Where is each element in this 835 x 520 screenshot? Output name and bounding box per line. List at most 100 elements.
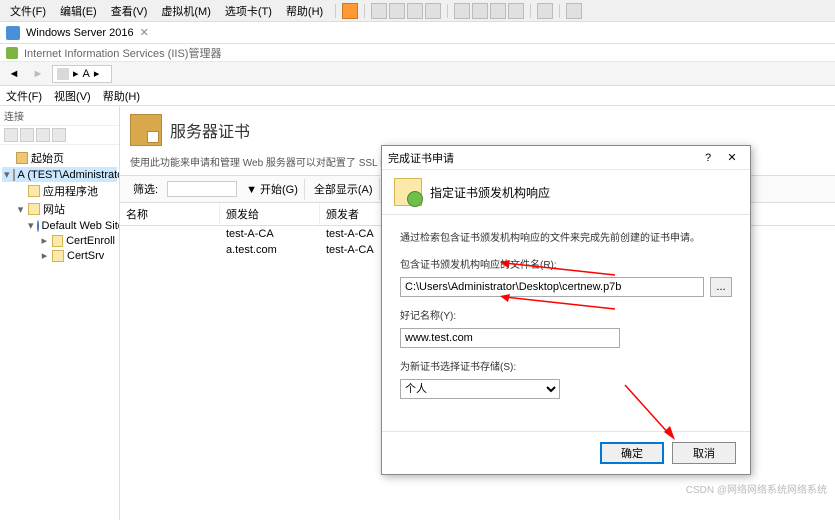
- watermark: CSDN @网络网络系统网络系统: [686, 481, 827, 496]
- menu-edit[interactable]: 编辑(E): [54, 1, 103, 21]
- cert-store-select[interactable]: 个人: [400, 379, 560, 399]
- tree-label: A (TEST\Administrator): [18, 169, 119, 181]
- cancel-button[interactable]: 取消: [672, 442, 736, 464]
- globe-icon: [37, 220, 39, 232]
- nav-toolbar: ◄ ► ▸ A ▸: [0, 62, 835, 86]
- sidebar-tb-3[interactable]: [36, 128, 50, 142]
- tree-node[interactable]: ▾ A (TEST\Administrator): [2, 167, 117, 182]
- addr-part-3: ▸: [94, 67, 100, 80]
- tree-node[interactable]: 起始页: [2, 149, 117, 167]
- sidebar-tb-4[interactable]: [52, 128, 66, 142]
- iis-title-bar: Internet Information Services (IIS)管理器: [0, 44, 835, 62]
- menu-tabs[interactable]: 选项卡(T): [219, 1, 278, 21]
- srv-icon: [13, 169, 15, 181]
- forward-button[interactable]: ►: [28, 65, 48, 83]
- pause-icon[interactable]: [342, 3, 358, 19]
- menu-help[interactable]: 帮助(H): [280, 1, 329, 21]
- iis-menu-bar: 文件(F) 视图(V) 帮助(H): [0, 86, 835, 106]
- connections-tree[interactable]: 起始页 ▾ A (TEST\Administrator) 应用程序池 ▾ 网站 ▾ Defau…: [0, 145, 119, 520]
- tree-node[interactable]: ▸ CertSrv: [2, 248, 117, 263]
- expand-icon[interactable]: ▾: [28, 219, 34, 232]
- windows-icon: [6, 26, 20, 40]
- cell: [120, 242, 220, 258]
- vm-top-menu: 文件(F) 编辑(E) 查看(V) 虚拟机(M) 选项卡(T) 帮助(H): [0, 0, 835, 22]
- dialog-intro: 通过检索包含证书颁发机构响应的文件来完成先前创建的证书申请。: [400, 229, 732, 244]
- tb-icon-5[interactable]: [454, 3, 470, 19]
- menu-view[interactable]: 查看(V): [105, 1, 154, 21]
- addr-part-2[interactable]: A: [83, 68, 90, 80]
- tree-label: 网站: [43, 201, 65, 217]
- iis-menu-file[interactable]: 文件(F): [6, 88, 42, 104]
- page-title: 服务器证书: [170, 118, 250, 142]
- store-label: 为新证书选择证书存储(S):: [400, 358, 732, 373]
- tb-icon-4[interactable]: [425, 3, 441, 19]
- expand-icon[interactable]: ▸: [40, 234, 49, 247]
- tb-icon-1[interactable]: [371, 3, 387, 19]
- home-icon: [16, 152, 28, 164]
- tab-close-icon[interactable]: ✕: [140, 26, 149, 39]
- tb-icon-8[interactable]: [508, 3, 524, 19]
- address-bar[interactable]: ▸ A ▸: [52, 65, 112, 83]
- tb-icon-9[interactable]: [537, 3, 553, 19]
- name-label: 好记名称(Y):: [400, 307, 732, 322]
- cell: test-A-CA: [220, 226, 320, 242]
- tree-label: Default Web Site: [42, 220, 119, 232]
- tb-icon-3[interactable]: [407, 3, 423, 19]
- dialog-subtitle: 指定证书颁发机构响应: [430, 184, 550, 201]
- close-button[interactable]: ✕: [720, 148, 744, 168]
- expand-icon[interactable]: ▾: [16, 203, 25, 216]
- dialog-titlebar: 完成证书申请 ? ✕: [382, 146, 750, 170]
- complete-cert-request-dialog: 完成证书申请 ? ✕ 指定证书颁发机构响应 通过检索包含证书颁发机构响应的文件来…: [381, 145, 751, 475]
- vm-tab-bar: Windows Server 2016 ✕: [0, 22, 835, 44]
- iis-menu-help[interactable]: 帮助(H): [103, 88, 140, 104]
- tree-label: 应用程序池: [43, 183, 98, 199]
- dialog-body: 通过检索包含证书颁发机构响应的文件来完成先前创建的证书申请。 包含证书颁发机构响…: [382, 215, 750, 431]
- dialog-title: 完成证书申请: [388, 150, 696, 166]
- col-issuedto[interactable]: 颁发给: [220, 203, 320, 225]
- tree-label: CertEnroll: [66, 235, 115, 247]
- tree-label: CertSrv: [67, 250, 104, 262]
- back-button[interactable]: ◄: [4, 65, 24, 83]
- tb-icon-2[interactable]: [389, 3, 405, 19]
- tree-node[interactable]: ▸ CertEnroll: [2, 233, 117, 248]
- go-button[interactable]: ▼ 开始(G): [239, 178, 305, 200]
- dialog-footer: 确定 取消: [382, 431, 750, 474]
- iis-icon: [6, 47, 18, 59]
- tree-label: 起始页: [31, 150, 64, 166]
- folder-icon: [52, 235, 64, 247]
- sidebar-tb-1[interactable]: [4, 128, 18, 142]
- tree-node[interactable]: 应用程序池: [2, 182, 117, 200]
- col-name[interactable]: 名称: [120, 203, 220, 225]
- tree-node[interactable]: ▾ 网站: [2, 200, 117, 218]
- folder-icon: [28, 185, 40, 197]
- expand-icon[interactable]: ▸: [40, 249, 49, 262]
- server-icon: [57, 68, 69, 80]
- folder-icon: [28, 203, 40, 215]
- sidebar-header: 连接: [0, 106, 119, 126]
- tree-node[interactable]: ▾ Default Web Site: [2, 218, 117, 233]
- friendly-name-input[interactable]: [400, 328, 620, 348]
- tb-icon-10[interactable]: [566, 3, 582, 19]
- browse-button[interactable]: ...: [710, 277, 732, 297]
- menu-file[interactable]: 文件(F): [4, 1, 52, 21]
- file-input[interactable]: [400, 277, 704, 297]
- tb-icon-6[interactable]: [472, 3, 488, 19]
- showall-button[interactable]: 全部显示(A): [307, 178, 380, 200]
- file-label: 包含证书颁发机构响应的文件名(R):: [400, 256, 732, 271]
- filter-input[interactable]: [167, 181, 237, 197]
- ok-button[interactable]: 确定: [600, 442, 664, 464]
- cell: a.test.com: [220, 242, 320, 258]
- iis-menu-view[interactable]: 视图(V): [54, 88, 91, 104]
- expand-icon[interactable]: ▾: [4, 168, 10, 181]
- server-cert-icon: [130, 114, 162, 146]
- filter-label: 筛选:: [126, 178, 165, 200]
- addr-part-1: ▸: [73, 67, 79, 80]
- connections-sidebar: 连接 起始页 ▾ A (TEST\Administrator) 应用程序池 ▾ 网站 ▾ De…: [0, 106, 120, 520]
- vm-tab-title[interactable]: Windows Server 2016: [26, 27, 134, 39]
- tb-icon-7[interactable]: [490, 3, 506, 19]
- menu-vm[interactable]: 虚拟机(M): [155, 1, 217, 21]
- help-button[interactable]: ?: [696, 148, 720, 168]
- sidebar-tb-2[interactable]: [20, 128, 34, 142]
- cell: [120, 226, 220, 242]
- folder-icon: [52, 250, 64, 262]
